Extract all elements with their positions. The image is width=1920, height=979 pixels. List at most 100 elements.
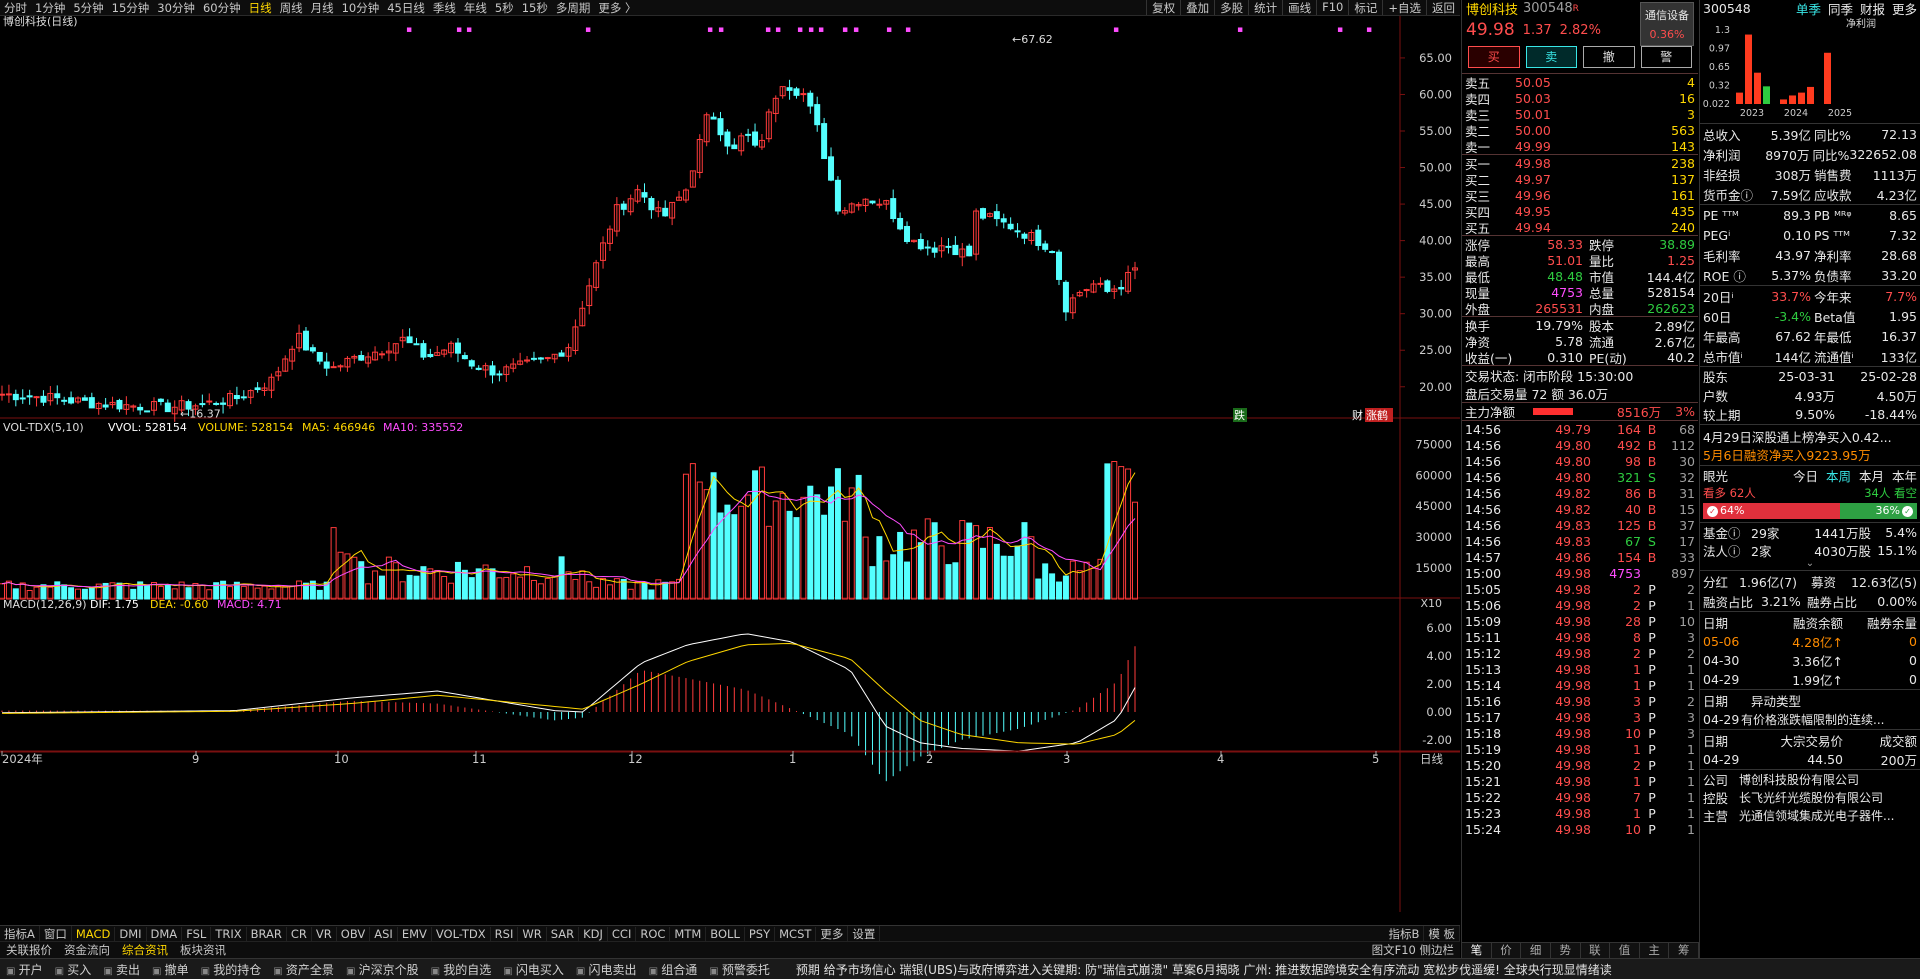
sell-level-4[interactable]: 卖一 49.99 143 — [1462, 138, 1698, 155]
tick-row[interactable]: 14:57 49.86 154 B 33 — [1462, 549, 1698, 565]
period-tab-1[interactable]: 1分钟 — [31, 0, 69, 15]
news-2[interactable]: 5月6日融资净买入9223.95万 — [1703, 445, 1917, 463]
chart-area[interactable]: 博创科技(日线) 65.00 60.00 55.00 50.00 45.00 40.00 35… — [0, 14, 1460, 912]
period-tab-13[interactable]: 5秒 — [491, 0, 518, 15]
tick-row[interactable]: 15:22 49.98 7 P 1 — [1462, 789, 1698, 805]
tick-row[interactable]: 15:16 49.98 3 P 2 — [1462, 693, 1698, 709]
indicator-tab-5[interactable]: FSL — [182, 926, 212, 941]
tick-row[interactable]: 15:23 49.98 1 P 1 — [1462, 805, 1698, 821]
sell-level-3[interactable]: 卖二 50.00 563 — [1462, 122, 1698, 139]
taskbar-button-0[interactable]: 开户 — [0, 961, 49, 978]
period-tab-5[interactable]: 60分钟 — [199, 0, 245, 15]
opinion-tab-week[interactable]: 本周 — [1826, 466, 1851, 484]
tick-row[interactable]: 15:19 49.98 1 P 1 — [1462, 741, 1698, 757]
chevron-down-icon[interactable]: ⌄ — [1700, 559, 1920, 570]
opinion-tab-today[interactable]: 今日 — [1793, 466, 1818, 484]
taskbar-button-1[interactable]: 买入 — [49, 961, 98, 978]
event-marker[interactable]: 跌 — [1234, 408, 1245, 422]
tool-2[interactable]: 多股 — [1214, 0, 1248, 15]
tick-row[interactable]: 14:56 49.80 492 B 112 — [1462, 437, 1698, 453]
tick-row[interactable]: 14:56 49.80 98 B 30 — [1462, 453, 1698, 469]
tool-8[interactable]: 返回 — [1426, 0, 1460, 15]
opinion-tab-year[interactable]: 本年 — [1892, 466, 1917, 484]
alert-button[interactable]: 警 — [1640, 46, 1692, 68]
taskbar-button-4[interactable]: 我的持仓 — [195, 961, 268, 978]
tick-list[interactable]: 14:56 49.79 164 B 68 14:56 49.80 492 B 112 14:56 49… — [1462, 420, 1698, 837]
buy-button[interactable]: 买 — [1468, 46, 1520, 68]
margin-row[interactable]: 05-06 4.28亿↑ 0 — [1700, 632, 1920, 651]
taskbar-button-6[interactable]: 沪深京个股 — [340, 961, 425, 978]
indicator-tab-1[interactable]: 窗口 — [40, 926, 72, 941]
tick-tab-5[interactable]: 值 — [1610, 943, 1640, 958]
tool-4[interactable]: 画线 — [1282, 0, 1316, 15]
indicator-tab-11[interactable]: ASI — [370, 926, 398, 941]
tick-row[interactable]: 15:24 49.98 10 P 1 — [1462, 821, 1698, 837]
sell-level-0[interactable]: 卖五 50.05 4 — [1462, 74, 1698, 91]
indicator-tab-14[interactable]: RSI — [491, 926, 519, 941]
tick-row[interactable]: 15:14 49.98 1 P 1 — [1462, 677, 1698, 693]
sector-box[interactable]: 通信设备 0.36% — [1640, 2, 1694, 46]
tick-row[interactable]: 14:56 49.82 40 B 15 — [1462, 501, 1698, 517]
period-tab-15[interactable]: 多周期 — [552, 0, 595, 15]
taskbar-button-9[interactable]: 闪电卖出 — [570, 961, 643, 978]
taskbar-button-8[interactable]: 闪电买入 — [497, 961, 570, 978]
indicator-tab-7[interactable]: BRAR — [247, 926, 287, 941]
margin-row[interactable]: 04-30 3.36亿↑ 0 — [1700, 651, 1920, 670]
cancel-button[interactable]: 撤 — [1583, 46, 1635, 68]
news-1[interactable]: 4月29日深股通上榜净买入0.42... — [1703, 427, 1917, 445]
sell-level-1[interactable]: 卖四 50.03 16 — [1462, 90, 1698, 107]
tick-row[interactable]: 15:17 49.98 3 P 3 — [1462, 709, 1698, 725]
tick-tab-6[interactable]: 主 — [1640, 943, 1670, 958]
tool-1[interactable]: 叠加 — [1180, 0, 1214, 15]
indicator-tab-6[interactable]: TRIX — [211, 926, 247, 941]
indicator-tab-12[interactable]: EMV — [398, 926, 432, 941]
tick-tab-3[interactable]: 势 — [1551, 943, 1581, 958]
indicator-tab-3[interactable]: DMI — [115, 926, 147, 941]
event-marker[interactable]: 涨鹤 — [1366, 408, 1388, 422]
buy-level-2[interactable]: 买三 49.96 161 — [1462, 187, 1698, 204]
tick-tab-2[interactable]: 细 — [1521, 943, 1551, 958]
info-tab-3[interactable]: 板块资讯 — [174, 942, 232, 958]
indicator-tab-16[interactable]: SAR — [547, 926, 580, 941]
period-tab-6[interactable]: 日线 — [245, 0, 276, 15]
tick-row[interactable]: 14:56 49.83 125 B 37 — [1462, 517, 1698, 533]
bull-bar[interactable]: ✓ 64% — [1703, 503, 1840, 519]
tick-tab-0[interactable]: 笔 — [1462, 943, 1492, 958]
indicator-tab-10[interactable]: OBV — [337, 926, 371, 941]
bear-bar[interactable]: 36% ✓ — [1839, 503, 1917, 519]
period-tab-10[interactable]: 45日线 — [383, 0, 429, 15]
tick-row[interactable]: 15:06 49.98 2 P 1 — [1462, 597, 1698, 613]
period-tab-7[interactable]: 周线 — [276, 0, 307, 15]
tick-row[interactable]: 15:11 49.98 8 P 3 — [1462, 629, 1698, 645]
indicator-tab-0[interactable]: 指标A — [0, 926, 40, 941]
indicator-tab-25[interactable]: 设置 — [848, 926, 881, 941]
tick-row[interactable]: 15:09 49.98 28 P 10 — [1462, 613, 1698, 629]
indicator-tab-8[interactable]: CR — [287, 926, 312, 941]
tick-row[interactable]: 15:00 49.98 4753 897 — [1462, 565, 1698, 581]
period-tab-12[interactable]: 年线 — [460, 0, 491, 15]
info-tab-2[interactable]: 综合资讯 — [116, 942, 174, 958]
sell-button[interactable]: 卖 — [1525, 46, 1577, 68]
indicator-right-1[interactable]: 模 板 — [1424, 926, 1460, 941]
tick-row[interactable]: 14:56 49.79 164 B 68 — [1462, 421, 1698, 437]
info-tab-0[interactable]: 关联报价 — [0, 942, 58, 958]
tool-6[interactable]: 标记 — [1348, 0, 1382, 15]
taskbar-button-10[interactable]: 组合通 — [643, 961, 704, 978]
taskbar-button-3[interactable]: 撤单 — [146, 961, 195, 978]
info-tab-1[interactable]: 资金流向 — [58, 942, 116, 958]
tick-row[interactable]: 14:56 49.82 86 B 31 — [1462, 485, 1698, 501]
f10-tab-report[interactable]: 财报 — [1860, 0, 1885, 18]
period-tab-0[interactable]: 分时 — [0, 0, 31, 15]
event-marker[interactable]: 财 — [1352, 408, 1363, 422]
buy-level-1[interactable]: 买二 49.97 137 — [1462, 171, 1698, 188]
tick-row[interactable]: 14:56 49.80 321 S 32 — [1462, 469, 1698, 485]
indicator-tab-23[interactable]: MCST — [775, 926, 817, 941]
taskbar-button-7[interactable]: 我的自选 — [425, 961, 498, 978]
margin-row[interactable]: 04-29 1.99亿↑ 0 — [1700, 670, 1920, 689]
indicator-tab-24[interactable]: 更多 — [816, 926, 849, 941]
indicator-tab-17[interactable]: KDJ — [579, 926, 608, 941]
kline-chart[interactable]: 博创科技(日线)65.0060.0055.0050.0045.0040.0035… — [0, 14, 1460, 912]
period-tab-16[interactable]: 更多 〉 — [594, 0, 640, 15]
indicator-tab-2[interactable]: MACD — [72, 926, 116, 941]
f10-tab-more[interactable]: 更多 — [1892, 0, 1917, 18]
